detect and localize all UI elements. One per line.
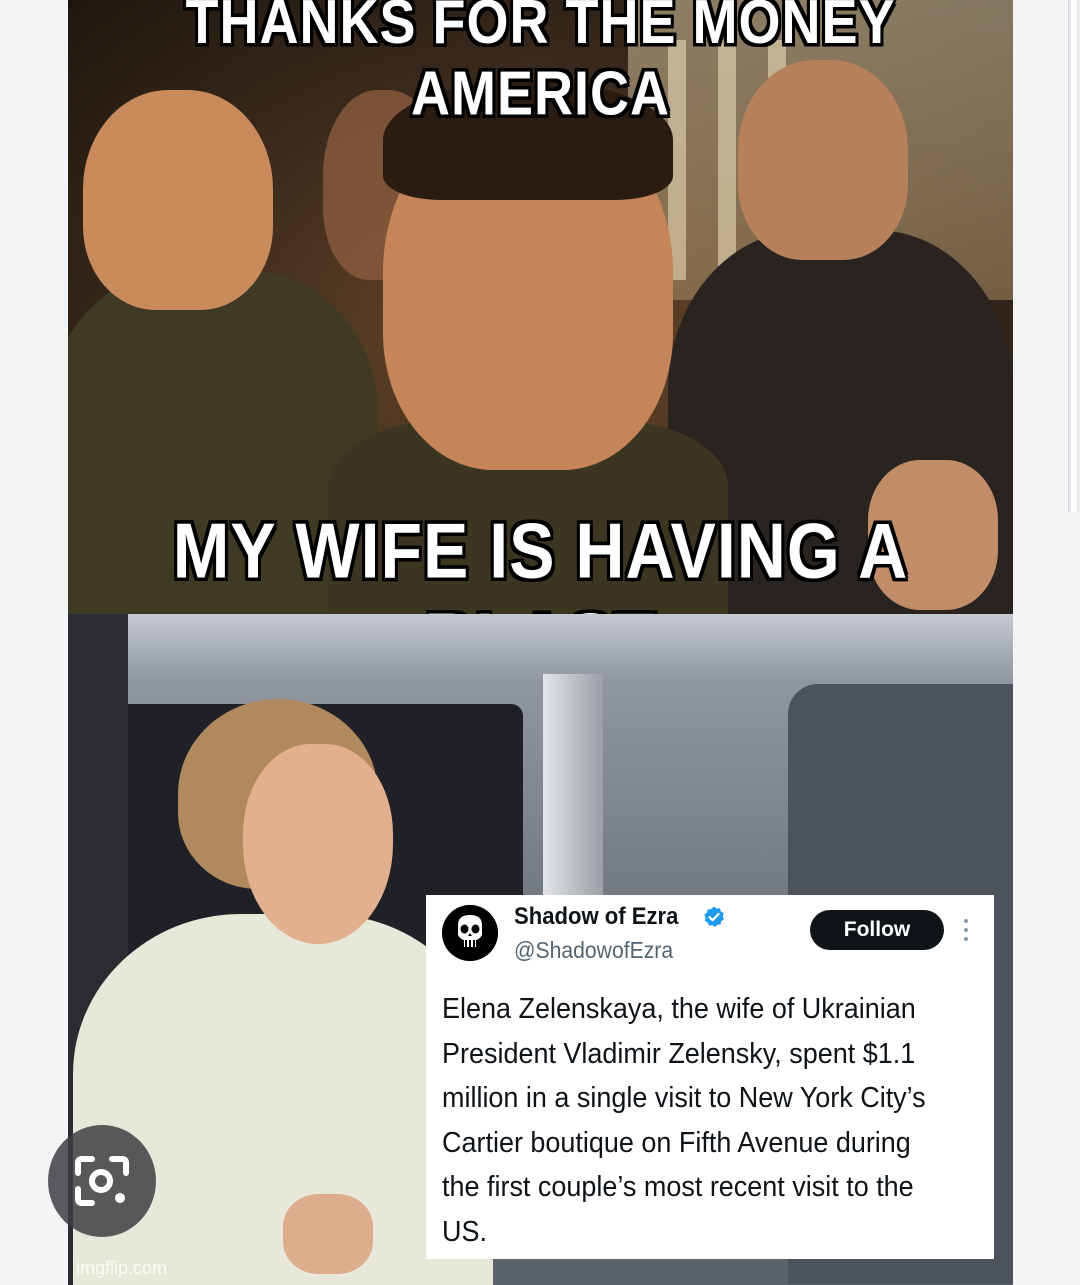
meme-top-caption: THANKS FOR THE MONEY AMERICA	[185, 0, 896, 129]
tweet-handle[interactable]: @ShadowofEzra	[514, 937, 673, 964]
more-options-icon[interactable]	[962, 917, 970, 943]
punisher-skull-avatar[interactable]	[442, 905, 498, 961]
tweet-display-name[interactable]: Shadow of Ezra	[514, 903, 678, 931]
tweet-card: Shadow of Ezra @ShadowofEzra Follow Elen…	[426, 895, 994, 1259]
tweet-text: Elena Zelenskaya, the wife of Ukrainian …	[442, 993, 926, 1248]
imgflip-watermark: imgflip.com	[76, 1258, 168, 1278]
car-roof	[68, 614, 1013, 684]
woman-face	[243, 744, 393, 944]
scrollbar-thumb[interactable]	[1071, 0, 1077, 512]
google-lens-button[interactable]	[48, 1125, 156, 1237]
woman-hand	[283, 1194, 373, 1274]
meme-top-panel: THANKS FOR THE MONEY AMERICA MY WIFE IS …	[68, 0, 1013, 614]
verified-badge-icon	[704, 906, 724, 927]
meme-bottom-caption: MY WIFE IS HAVING A BLAST	[172, 507, 909, 614]
image-viewer: THANKS FOR THE MONEY AMERICA MY WIFE IS …	[0, 0, 1080, 1285]
google-lens-icon	[75, 1156, 129, 1206]
follow-button[interactable]: Follow	[810, 910, 944, 950]
